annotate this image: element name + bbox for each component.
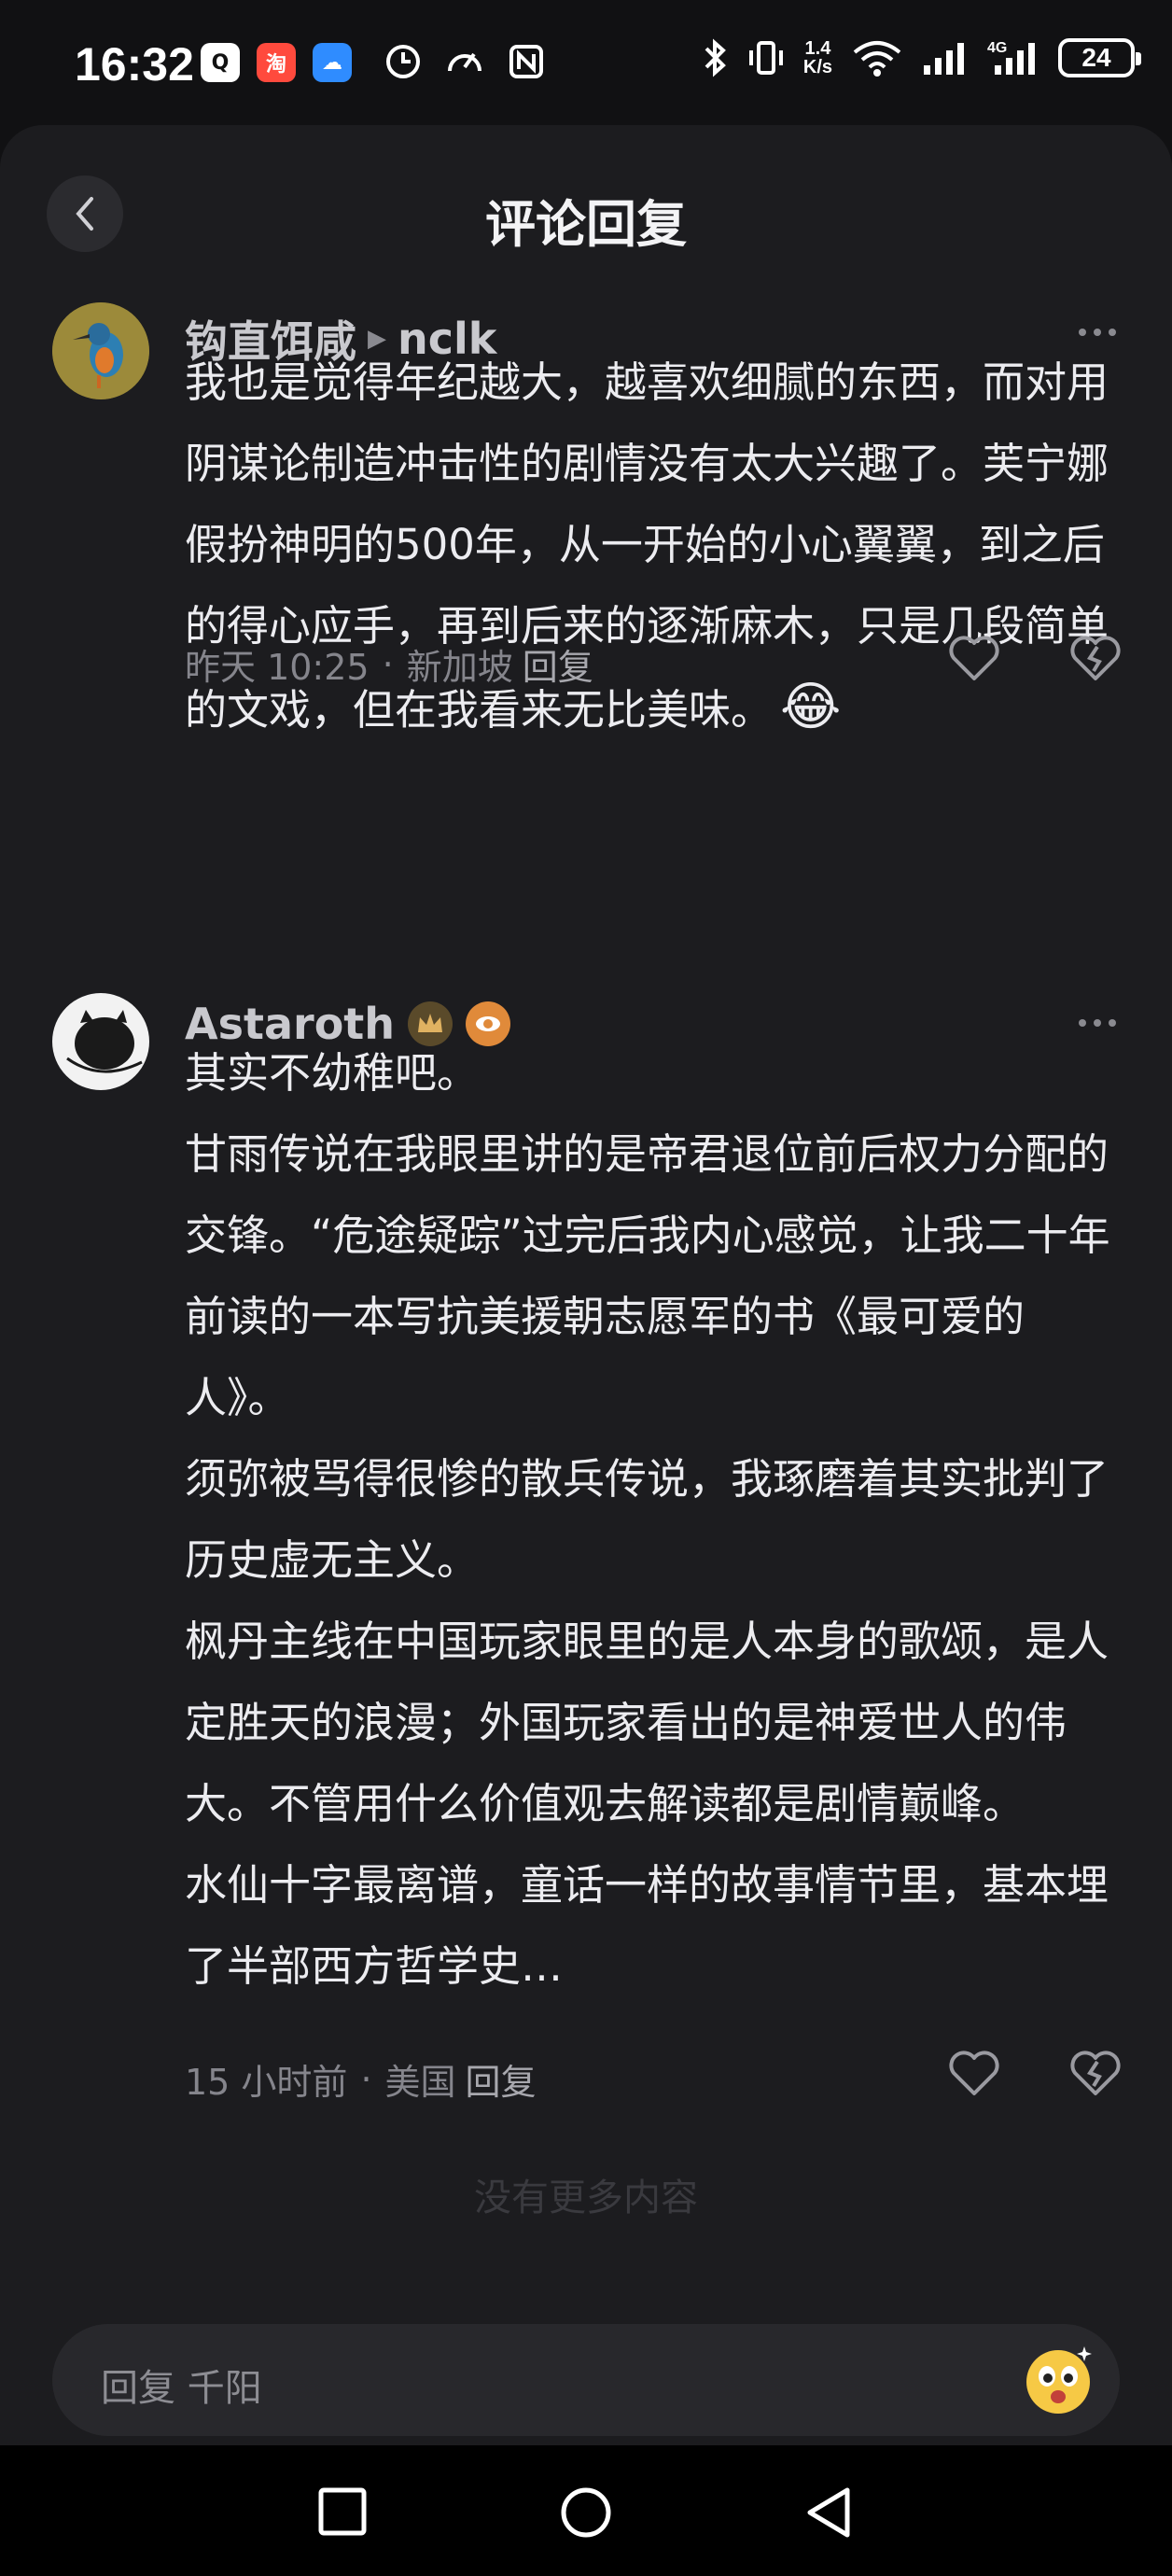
comment-paragraph: 甘雨传说在我眼里讲的是帝君退位前后权力分配的交锋。“危途疑踪”过完后我内心感觉，…	[185, 1129, 1110, 1422]
comment-time: 昨天 10:25	[185, 647, 370, 688]
reply-input-placeholder: 回复 千阳	[101, 2367, 262, 2410]
more-options-button[interactable]	[1079, 1019, 1116, 1027]
vibrate-icon	[748, 41, 783, 75]
status-right: 1.4 K/s 4G 24	[701, 37, 1141, 78]
dislike-button[interactable]	[1067, 631, 1123, 687]
heart-icon	[949, 636, 999, 680]
comment-paragraph: 水仙十字最离谱，童话一样的故事情节里，基本埋了半部西方哲学史…	[185, 1860, 1109, 1991]
like-button[interactable]	[946, 631, 1002, 687]
comment-paragraph: 须弥被骂得很惨的散兵传说，我琢磨着其实批判了历史虚无主义。	[185, 1454, 1109, 1585]
emoji-button[interactable]	[1019, 2339, 1101, 2421]
wifi-icon	[853, 41, 901, 77]
qq-app-icon: Q	[201, 43, 240, 82]
circle-icon	[561, 2487, 611, 2538]
speedometer-icon	[448, 52, 481, 72]
heart-icon	[949, 2051, 999, 2095]
comment-meta: 15 小时前 · 美国 回复	[185, 2053, 537, 2105]
comment-paragraph: 其实不幼稚吧。	[185, 1048, 480, 1098]
reply-input[interactable]: 回复 千阳	[52, 2324, 1120, 2436]
emoji-face-icon	[1026, 2346, 1092, 2414]
nfc-icon	[509, 45, 543, 78]
status-bar: 16:32 Q 淘 ☁ 1.4 K/s 4G 24	[0, 0, 1172, 131]
reply-button[interactable]: 回复	[466, 2053, 537, 2105]
svg-text:4G: 4G	[987, 40, 1007, 56]
sync-icon	[386, 45, 420, 78]
triangle-back-icon	[807, 2487, 850, 2538]
home-button[interactable]	[560, 2486, 612, 2542]
reply-button[interactable]: 回复	[523, 638, 593, 690]
comment-paragraph: 枫丹主线在中国玩家眼里的是人本身的歌颂，是人定胜天的浪漫；外国玩家看出的是神爱世…	[185, 1617, 1109, 1828]
comment-body: 其实不幼稚吧。 甘雨传说在我眼里讲的是帝君退位前后权力分配的交锋。“危途疑踪”过…	[185, 1032, 1127, 2007]
taobao-app-icon: 淘	[257, 43, 296, 82]
signal-icon	[924, 43, 964, 75]
comment-reply-panel: 评论回复 钩直饵咸 ▶ nclk 我也是觉得年纪越大，越喜欢细腻的东西，而对用阴…	[0, 125, 1172, 2445]
comment-location: 新加坡	[406, 647, 513, 688]
notification-icons: Q 淘 ☁	[201, 43, 352, 82]
system-status-icons	[383, 41, 547, 82]
system-nav-bar	[0, 2445, 1172, 2576]
comment-time: 15 小时前	[185, 2062, 348, 2103]
square-icon	[318, 2487, 367, 2536]
kingfisher-avatar-icon	[52, 302, 149, 399]
comment-location: 美国	[384, 2062, 456, 2103]
dislike-button[interactable]	[1067, 2046, 1123, 2102]
page-title: 评论回复	[485, 195, 687, 254]
back-nav-button[interactable]	[804, 2486, 855, 2542]
weather-app-icon: ☁	[313, 43, 352, 82]
broken-heart-icon	[1070, 2051, 1121, 2095]
signal-4g-icon: 4G	[987, 40, 1035, 75]
avatar[interactable]	[52, 302, 149, 399]
battery-indicator: 24	[1058, 38, 1141, 77]
black-cat-avatar-icon	[52, 993, 149, 1090]
like-button[interactable]	[946, 2046, 1002, 2102]
avatar[interactable]	[52, 993, 149, 1090]
more-options-button[interactable]	[1079, 329, 1116, 336]
bluetooth-icon	[705, 38, 726, 77]
comment-meta: 昨天 10:25 · 新加坡 回复	[185, 638, 593, 690]
recent-apps-button[interactable]	[317, 2486, 368, 2541]
net-speed: 1.4 K/s	[802, 38, 832, 77]
status-time: 16:32	[75, 38, 194, 91]
end-of-list-text: 没有更多内容	[474, 2177, 698, 2219]
broken-heart-icon	[1070, 636, 1121, 680]
laughing-crying-emoji: 😂	[780, 677, 842, 737]
